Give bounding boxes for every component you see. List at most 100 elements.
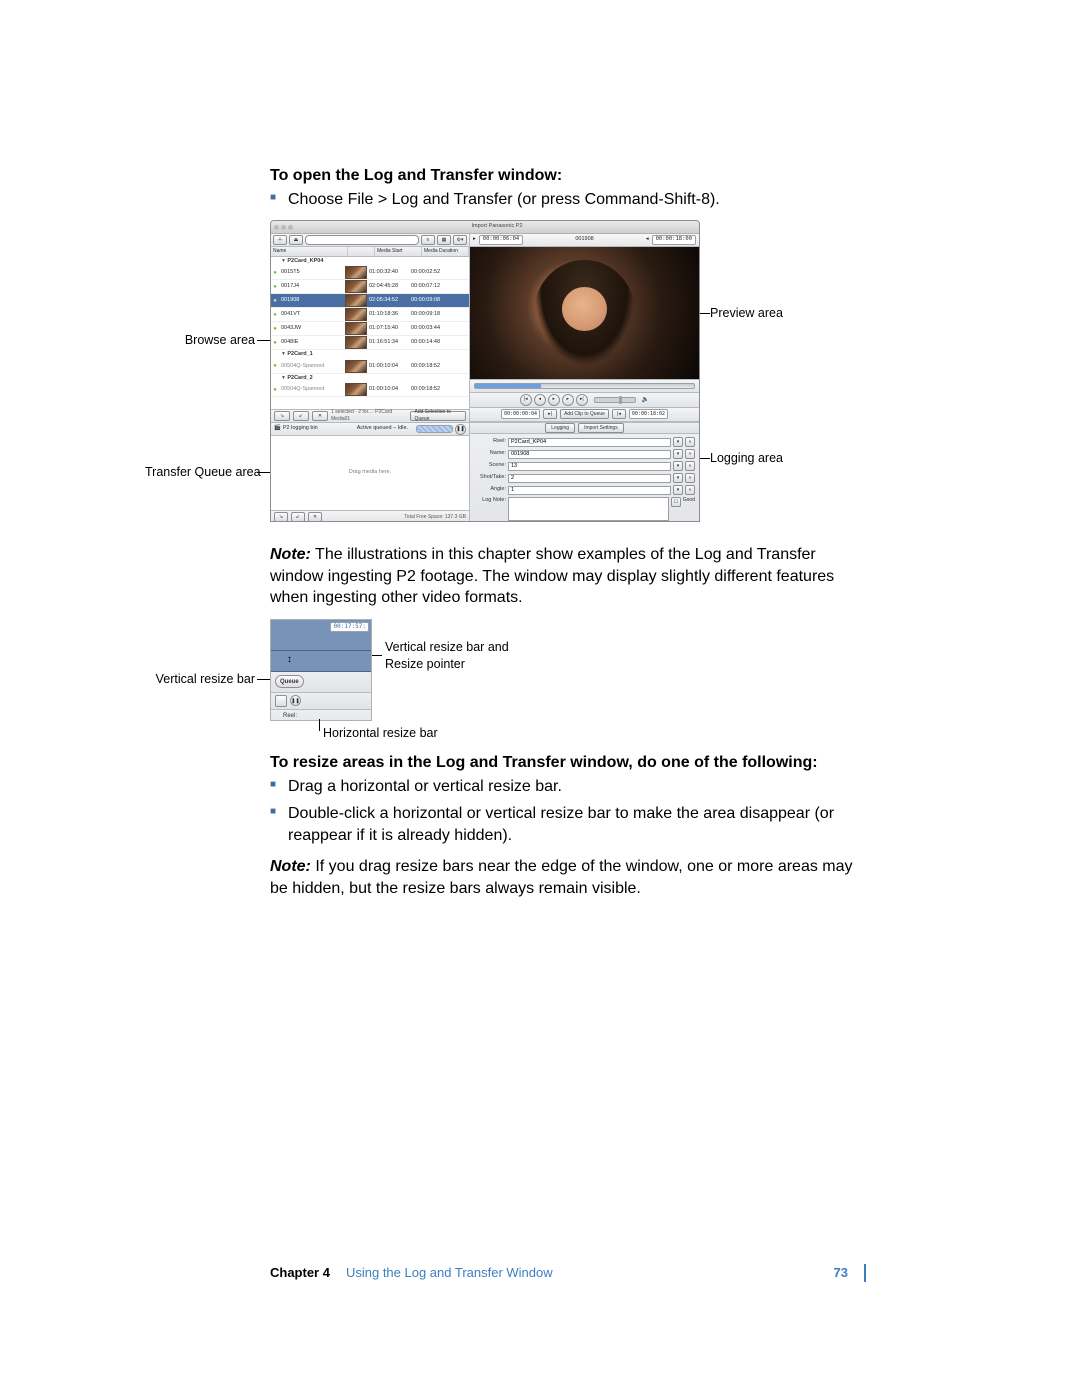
clip-thumb-icon bbox=[345, 322, 367, 335]
callout-preview-area: Preview area bbox=[710, 305, 783, 322]
clip-row[interactable]: ● 0043JW 01:07:15:40 00:00:03:44 bbox=[271, 322, 469, 336]
preview-area[interactable] bbox=[470, 247, 699, 379]
browse-toolbar: ＋ ⏏ ≡ ▦ ⚙▾ bbox=[271, 234, 469, 247]
increment-icon[interactable]: » bbox=[685, 437, 695, 447]
stepper-icon[interactable]: ▾ bbox=[673, 473, 683, 483]
play-button[interactable]: ▸ bbox=[548, 394, 560, 406]
current-timecode[interactable]: 00:00:00:04 bbox=[501, 409, 540, 419]
shot-input[interactable] bbox=[508, 474, 671, 483]
transport-controls: |◂ ◂ ▸ ▸ ▸| 🔈 bbox=[470, 393, 699, 408]
clip-row[interactable]: ● 00504Q-Spanned 01:00:10:04 00:09:18:52 bbox=[271, 360, 469, 374]
col-thumb[interactable] bbox=[348, 247, 375, 256]
clip-name: 0017J4 bbox=[279, 283, 345, 290]
clear-marks-button[interactable]: ✕ bbox=[312, 411, 328, 421]
status-dot-icon: ● bbox=[271, 339, 279, 347]
content-column: To open the Log and Transfer window: Cho… bbox=[155, 165, 915, 910]
page: To open the Log and Transfer window: Cho… bbox=[0, 0, 1080, 1397]
out-timecode[interactable]: 00:00:18:02 bbox=[629, 409, 668, 419]
mark-out-button[interactable]: ↙ bbox=[291, 512, 305, 522]
volume-slider[interactable] bbox=[594, 397, 636, 403]
tab-logging[interactable]: Logging bbox=[545, 423, 575, 433]
stepper-icon[interactable]: ▾ bbox=[673, 461, 683, 471]
note-label: Note: bbox=[270, 858, 311, 875]
increment-icon[interactable]: » bbox=[685, 449, 695, 459]
stepper-icon[interactable]: ▾ bbox=[673, 449, 683, 459]
preview-slice: 00:17:57: bbox=[271, 620, 371, 651]
callout-line bbox=[372, 655, 382, 656]
clip-start: 02:05:34:52 bbox=[369, 297, 411, 304]
reel-input[interactable] bbox=[508, 438, 671, 447]
search-input[interactable] bbox=[305, 235, 419, 245]
queue-button[interactable]: Queue bbox=[275, 675, 304, 688]
note-text: If you drag resize bars near the edge of… bbox=[270, 858, 853, 897]
clip-row[interactable]: ● 00504Q-Spanned 01:00:10:04 00:09:18:52 bbox=[271, 383, 469, 397]
resize-step-2: Double-click a horizontal or vertical re… bbox=[270, 803, 866, 846]
clip-row[interactable]: ● 0017J4 02:04:45:28 00:00:07:12 bbox=[271, 280, 469, 294]
increment-icon[interactable]: » bbox=[685, 473, 695, 483]
scrubber[interactable] bbox=[470, 379, 699, 393]
traffic-light-icon bbox=[288, 225, 293, 230]
duration-timecode[interactable]: 00:00:18:00 bbox=[652, 235, 696, 245]
page-number: 73 bbox=[834, 1264, 848, 1282]
eject-button[interactable]: ⏏ bbox=[289, 235, 303, 245]
preview-header: ▸ 00:00:06:04 001908 ◂ 00:00:18:00 bbox=[470, 234, 699, 247]
queue-drop-zone[interactable]: Drag media here. bbox=[271, 436, 469, 510]
add-selection-to-queue-button[interactable]: Add Selection to Queue bbox=[410, 411, 466, 421]
add-folder-button[interactable]: ＋ bbox=[273, 235, 287, 245]
increment-icon[interactable]: » bbox=[685, 461, 695, 471]
col-name[interactable]: Name bbox=[271, 247, 348, 256]
vertical-resize-bar[interactable]: ↕ bbox=[271, 651, 371, 672]
note-label: Note: bbox=[270, 546, 311, 563]
pause-button[interactable]: ❚❚ bbox=[290, 695, 301, 706]
volume-group[interactable]: P2Card_KP04 bbox=[271, 257, 469, 266]
heading-open: To open the Log and Transfer window: bbox=[270, 165, 866, 187]
action-menu-button[interactable]: ⚙▾ bbox=[453, 235, 467, 245]
note-2: Note: If you drag resize bars near the e… bbox=[270, 856, 866, 899]
right-column: ▸ 00:00:06:04 001908 ◂ 00:00:18:00 bbox=[470, 234, 699, 422]
step-fwd-button[interactable]: ▸ bbox=[562, 394, 574, 406]
stepper-icon[interactable]: ▾ bbox=[673, 437, 683, 447]
clip-row[interactable]: ● 0041VT 01:10:18:36 00:00:09:18 bbox=[271, 308, 469, 322]
volume-group[interactable]: P2Card_2 bbox=[271, 374, 469, 383]
clip-row[interactable]: ● 0015T5 01:00:32:40 00:00:02:52 bbox=[271, 266, 469, 280]
clip-dur: 00:00:07:12 bbox=[411, 283, 453, 290]
name-input[interactable] bbox=[508, 450, 671, 459]
stepper-icon[interactable]: ▾ bbox=[673, 485, 683, 495]
clip-start: 01:00:32:40 bbox=[369, 269, 411, 276]
callout-vertical-resize-bar: Vertical resize bar bbox=[145, 671, 255, 688]
icon-view-button[interactable]: ▦ bbox=[437, 235, 451, 245]
clip-row[interactable]: ● 0048IE 01:16:51:34 00:00:14:48 bbox=[271, 336, 469, 350]
clip-thumb-icon bbox=[345, 360, 367, 373]
good-checkbox[interactable]: ☐ bbox=[671, 497, 681, 507]
resize-snippet: 00:17:57: ↕ Queue ❚❚ Reel: Name: bbox=[270, 619, 372, 721]
list-view-button[interactable]: ≡ bbox=[421, 235, 435, 245]
col-media-start[interactable]: Media Start bbox=[375, 247, 422, 256]
in-button[interactable] bbox=[275, 695, 287, 707]
scene-input[interactable] bbox=[508, 462, 671, 471]
clip-row-selected[interactable]: ● 001908 02:05:34:52 00:00:09:08 bbox=[271, 294, 469, 308]
clear-button[interactable]: ✕ bbox=[308, 512, 322, 522]
pause-button[interactable]: ❚❚ bbox=[455, 424, 466, 435]
lognote-label: Log Note: bbox=[474, 497, 506, 504]
browse-list[interactable]: P2Card_KP04 ● 0015T5 01:00:32:40 00:00:0… bbox=[271, 257, 469, 409]
col-media-duration[interactable]: Media Duration bbox=[422, 247, 469, 256]
in-timecode[interactable]: 00:00:06:04 bbox=[479, 235, 523, 245]
volume-group[interactable]: P2Card_1 bbox=[271, 350, 469, 359]
go-to-out-button[interactable]: ▸| bbox=[576, 394, 588, 406]
add-clip-to-queue-button[interactable]: Add Clip to Queue bbox=[560, 409, 609, 419]
mark-out-button[interactable]: |◂ bbox=[612, 409, 626, 419]
mark-in-button[interactable]: ↘ bbox=[274, 512, 288, 522]
tab-import-settings[interactable]: Import Settings bbox=[578, 423, 624, 433]
mark-in-button[interactable]: ↘ bbox=[274, 411, 290, 421]
clip-start: 01:10:18:36 bbox=[369, 311, 411, 318]
mark-out-button[interactable]: ↙ bbox=[293, 411, 309, 421]
go-to-in-button[interactable]: |◂ bbox=[520, 394, 532, 406]
scene-label: Scene: bbox=[474, 462, 506, 469]
angle-input[interactable] bbox=[508, 486, 671, 495]
clip-name: 0048IE bbox=[279, 339, 345, 346]
increment-icon[interactable]: » bbox=[685, 485, 695, 495]
step-back-button[interactable]: ◂ bbox=[534, 394, 546, 406]
lognote-input[interactable] bbox=[508, 497, 669, 521]
mark-in-button[interactable]: ▸| bbox=[543, 409, 557, 419]
transfer-queue-area: 🎬 P2 logging bin Active queued – Idle. ❚… bbox=[271, 423, 470, 522]
